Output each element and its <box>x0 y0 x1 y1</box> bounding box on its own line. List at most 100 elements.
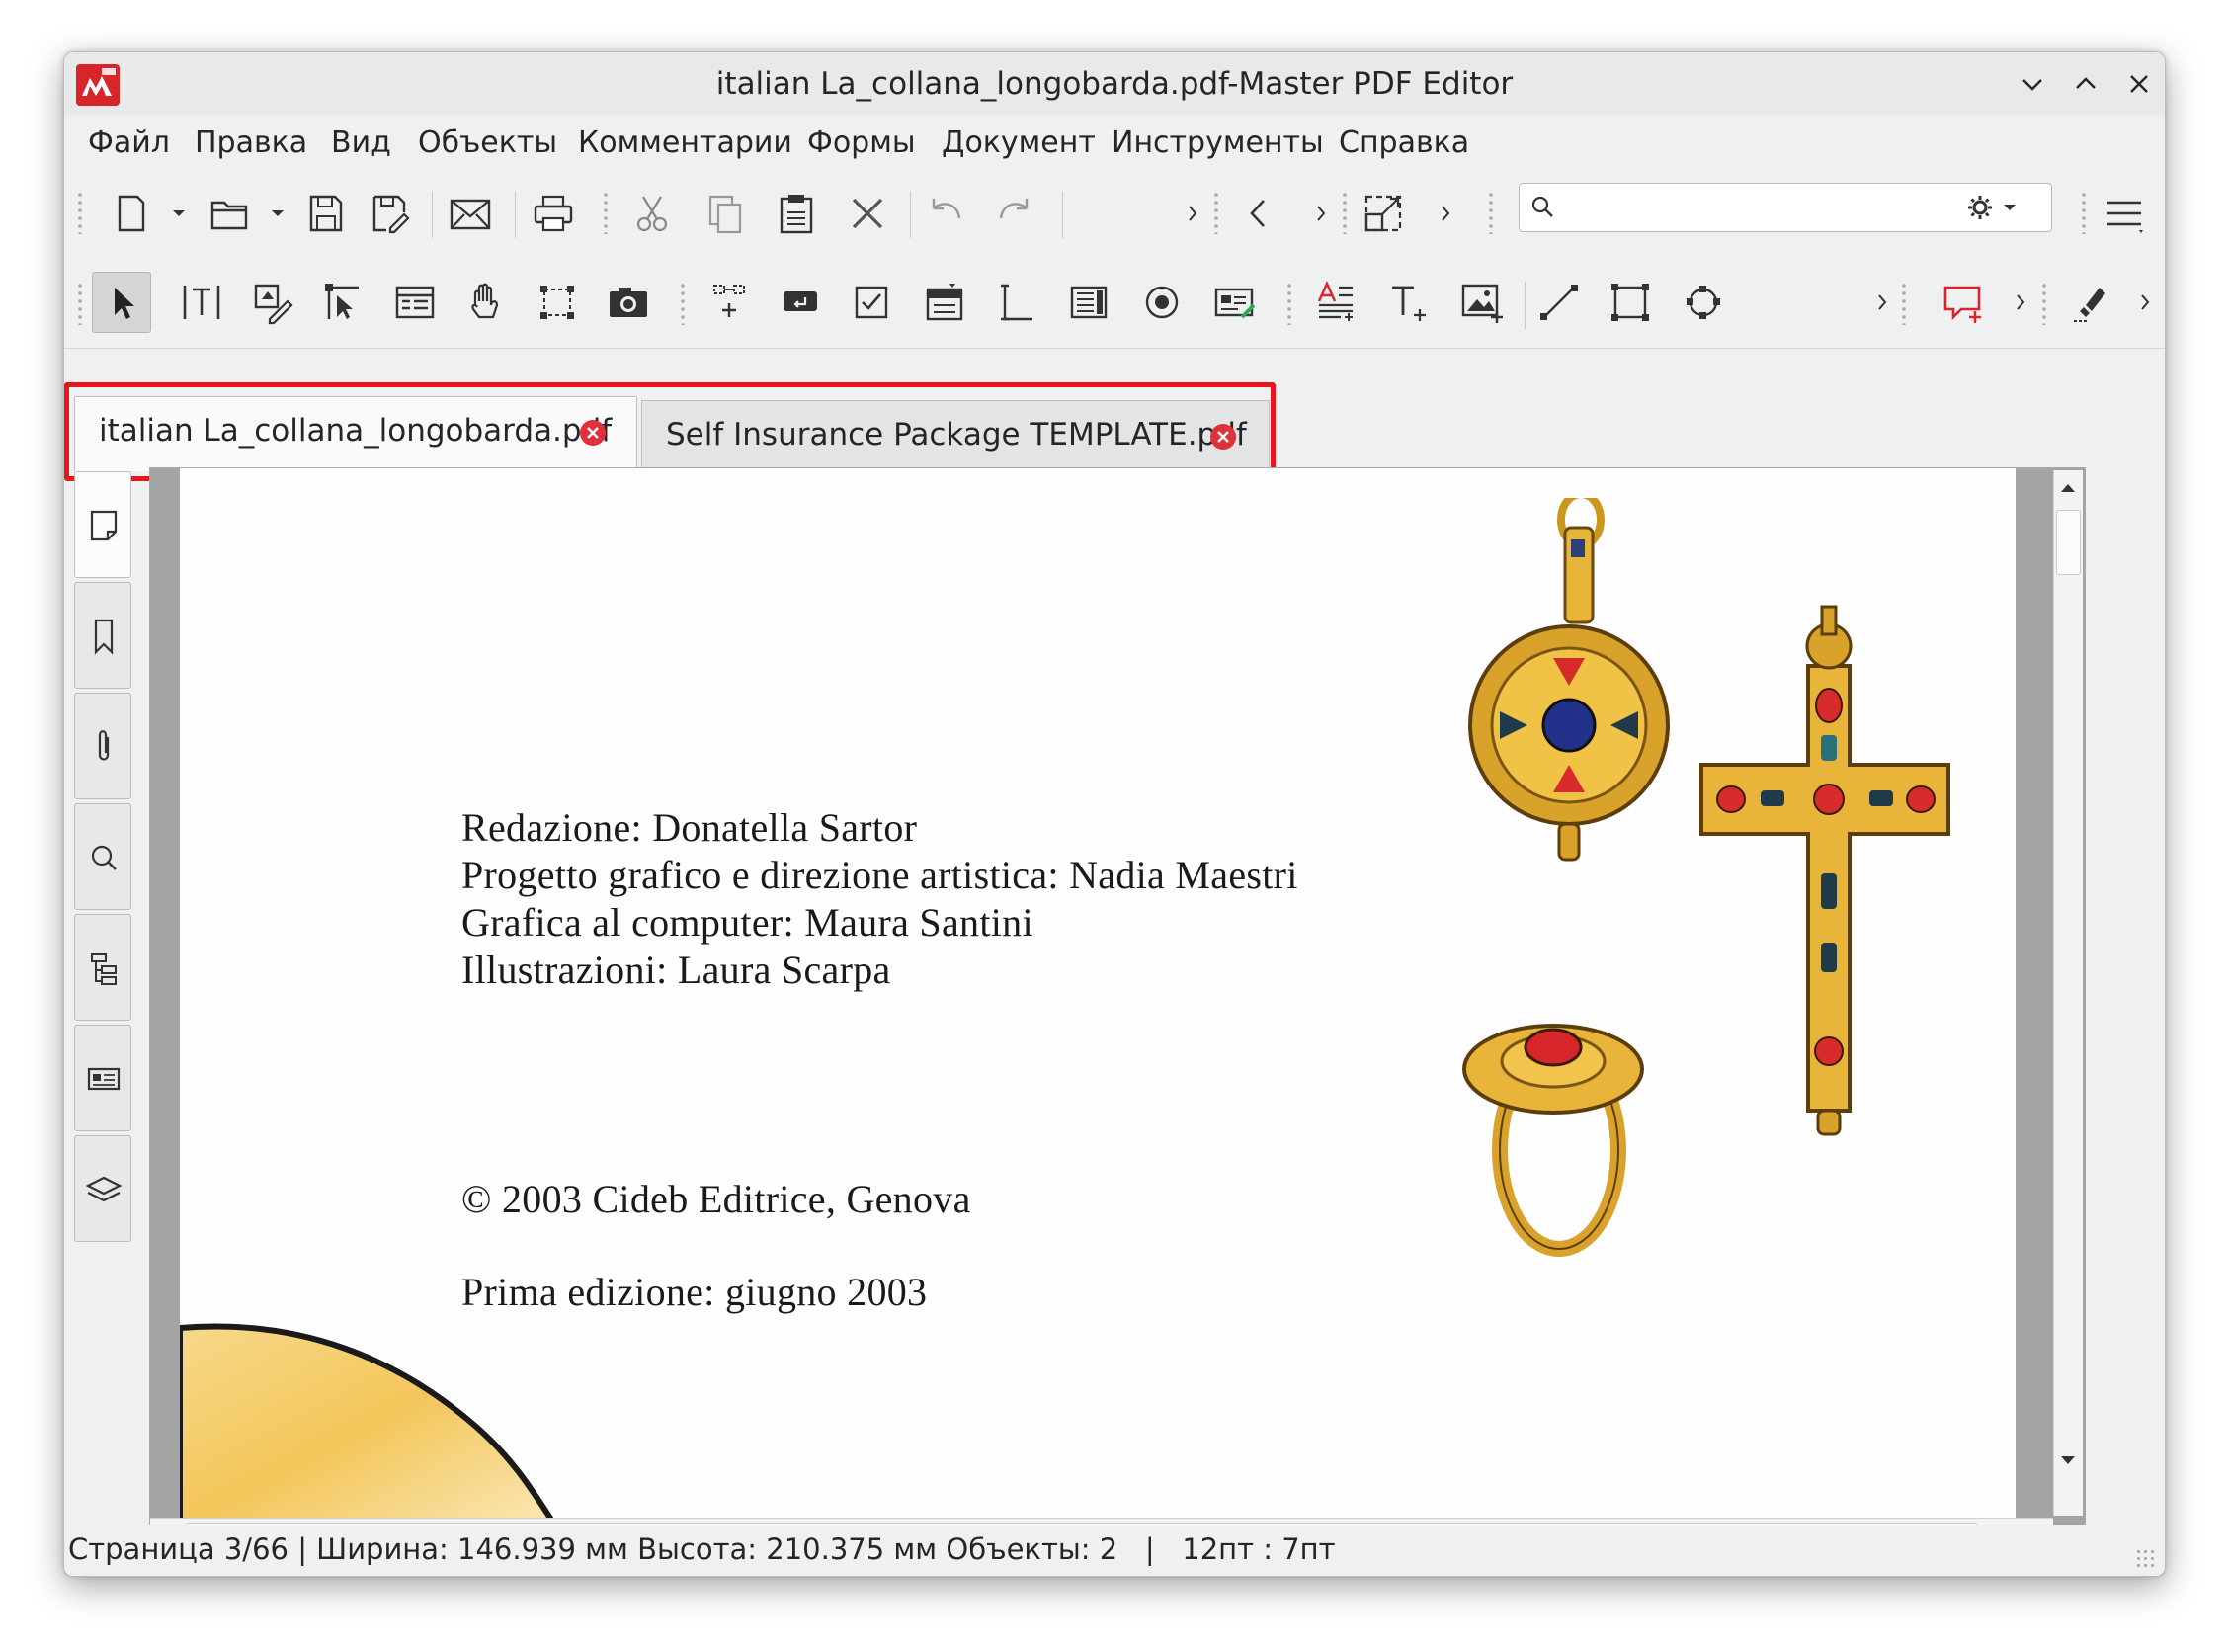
hamburger-menu-icon[interactable] <box>2100 189 2149 238</box>
paste-icon[interactable] <box>772 189 821 238</box>
open-folder-icon[interactable] <box>205 189 254 238</box>
add-text-icon[interactable] <box>1384 278 1434 327</box>
menu-help[interactable]: Справка <box>1339 125 1469 160</box>
button-field-icon[interactable] <box>776 278 825 327</box>
signature-card-icon <box>87 1067 121 1091</box>
side-pages-button[interactable] <box>74 471 131 578</box>
list-field-icon[interactable] <box>1064 278 1114 327</box>
toolbar-overflow-icon[interactable] <box>2009 278 2032 327</box>
save-icon[interactable] <box>301 189 351 238</box>
toolbar-overflow-icon[interactable] <box>1434 189 1457 238</box>
search-icon <box>1526 190 1561 225</box>
menu-edit[interactable]: Правка <box>195 125 307 160</box>
rectangle-icon[interactable] <box>1606 278 1655 327</box>
maximize-button[interactable] <box>2068 66 2103 102</box>
radio-field-icon[interactable] <box>1137 278 1187 327</box>
print-icon[interactable] <box>529 189 578 238</box>
copy-icon[interactable] <box>701 189 750 238</box>
toolbar-overflow-icon[interactable] <box>1181 189 1204 238</box>
toolbar-overflow-icon[interactable] <box>2133 278 2157 327</box>
cut-icon[interactable] <box>627 189 677 238</box>
open-dropdown-icon[interactable] <box>266 189 289 238</box>
minimize-button[interactable] <box>2015 66 2050 102</box>
document-viewport[interactable]: Redazione: Donatella Sartor Progetto gra… <box>149 467 2086 1552</box>
menu-file[interactable]: Файл <box>88 125 170 160</box>
title-bar: italian La_collana_longobarda.pdf-Master… <box>64 52 2165 116</box>
text-select-icon[interactable] <box>177 278 226 327</box>
toolbar-overflow-icon[interactable] <box>1870 278 1894 327</box>
comment-icon[interactable] <box>1939 278 1989 327</box>
scroll-up-icon[interactable] <box>2056 476 2080 500</box>
search-options-gear-icon[interactable] <box>1954 190 2033 225</box>
status-text: Страница 3/66 | Ширина: 146.939 мм Высот… <box>68 1532 1336 1566</box>
email-icon[interactable] <box>446 189 495 238</box>
toolbar-overflow-icon[interactable] <box>1309 189 1333 238</box>
lombard-jewelry-illustration <box>1462 498 1950 1257</box>
signature-field-icon[interactable] <box>1210 278 1260 327</box>
new-document-icon[interactable] <box>106 189 155 238</box>
add-image-icon[interactable] <box>1457 278 1507 327</box>
side-signatures-button[interactable] <box>74 1025 131 1131</box>
combo-field-icon[interactable] <box>920 278 969 327</box>
pdf-page[interactable]: Redazione: Donatella Sartor Progetto gra… <box>180 468 2016 1518</box>
undo-icon[interactable] <box>920 189 969 238</box>
toolbar-separator <box>432 191 433 238</box>
toolbar-grip[interactable] <box>1341 191 1349 234</box>
toolbar-grip[interactable] <box>1900 282 1908 325</box>
search-icon <box>91 845 117 870</box>
search-input[interactable] <box>1563 188 1948 227</box>
toolbar-grip[interactable] <box>76 191 84 234</box>
menu-comments[interactable]: Комментарии <box>578 125 792 160</box>
shape-icon[interactable] <box>1679 278 1728 327</box>
hand-pan-icon[interactable] <box>461 278 511 327</box>
highlighter-icon[interactable] <box>2066 278 2115 327</box>
copyright-line: © 2003 Cideb Editrice, Genova <box>461 1177 971 1221</box>
toolbar-grip[interactable] <box>76 282 84 325</box>
side-structure-button[interactable] <box>74 914 131 1021</box>
link-icon[interactable] <box>704 278 754 327</box>
forms-list-icon[interactable] <box>390 278 440 327</box>
toolbar-grip[interactable] <box>1285 282 1293 325</box>
edit-forms-icon[interactable] <box>319 278 369 327</box>
side-attachments-button[interactable] <box>74 693 131 799</box>
prev-page-icon[interactable] <box>1234 189 1283 238</box>
credit-line: Illustrazioni: Laura Scarpa <box>461 948 891 992</box>
toolbar-grip[interactable] <box>679 282 687 325</box>
snapshot-icon[interactable] <box>604 278 653 327</box>
app-window: italian La_collana_longobarda.pdf-Master… <box>63 51 2166 1577</box>
checkbox-field-icon[interactable] <box>847 278 896 327</box>
toolbar-grip[interactable] <box>2040 282 2048 325</box>
side-search-button[interactable] <box>74 803 131 910</box>
tools-toolbar <box>64 258 2165 349</box>
search-box[interactable] <box>1519 183 2052 232</box>
redo-icon[interactable] <box>991 189 1040 238</box>
window-resize-grip[interactable] <box>2135 1548 2157 1570</box>
side-bookmarks-button[interactable] <box>74 582 131 689</box>
new-dropdown-icon[interactable] <box>167 189 191 238</box>
toolbar-grip[interactable] <box>1212 191 1220 234</box>
toolbar-separator <box>515 191 516 238</box>
text-edit-icon[interactable] <box>1311 278 1361 327</box>
edit-object-icon[interactable] <box>248 278 297 327</box>
save-as-icon[interactable] <box>365 189 414 238</box>
select-arrow-icon[interactable] <box>92 272 151 333</box>
fit-page-icon[interactable] <box>1359 189 1408 238</box>
vertical-scroll-thumb[interactable] <box>2056 510 2081 575</box>
vertical-scrollbar[interactable] <box>2053 470 2083 1516</box>
menu-bar: Файл Правка Вид Объекты Комментарии Форм… <box>64 116 2165 169</box>
line-icon[interactable] <box>1534 278 1584 327</box>
scroll-down-icon[interactable] <box>2056 1448 2080 1472</box>
menu-forms[interactable]: Формы <box>807 125 916 160</box>
menu-tools[interactable]: Инструменты <box>1112 125 1324 160</box>
menu-document[interactable]: Документ <box>942 125 1096 160</box>
menu-view[interactable]: Вид <box>331 125 391 160</box>
toolbar-grip[interactable] <box>2080 191 2088 234</box>
text-field-icon[interactable] <box>991 278 1040 327</box>
close-window-button[interactable] <box>2121 66 2157 102</box>
toolbar-grip[interactable] <box>1487 191 1495 234</box>
side-layers-button[interactable] <box>74 1135 131 1242</box>
toolbar-grip[interactable] <box>602 191 610 234</box>
crop-icon[interactable] <box>533 278 582 327</box>
delete-icon[interactable] <box>843 189 892 238</box>
menu-objects[interactable]: Объекты <box>418 125 557 160</box>
